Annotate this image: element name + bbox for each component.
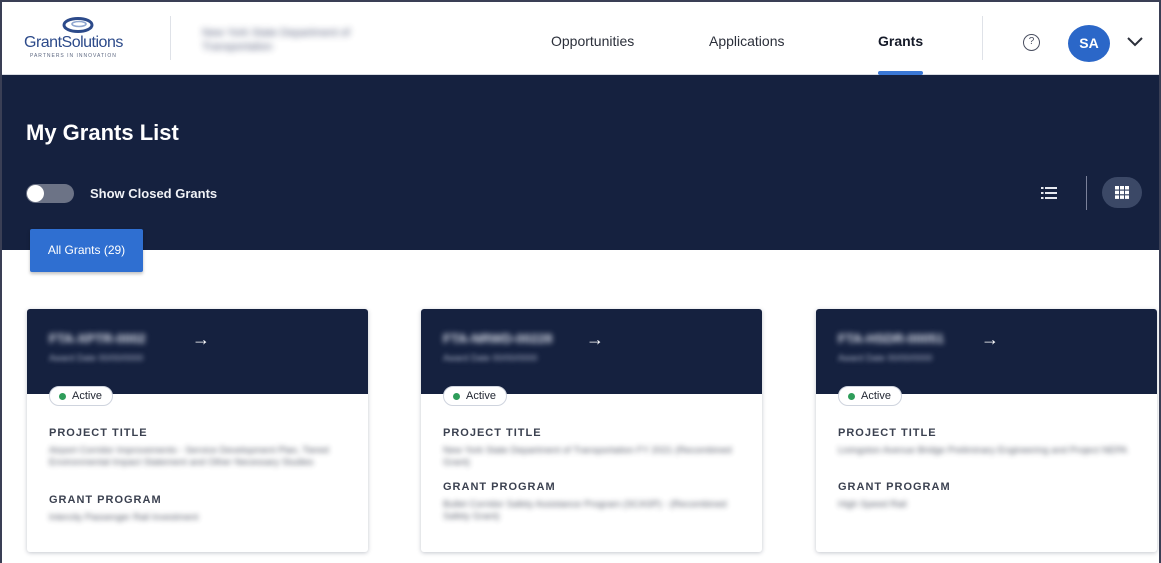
grid-view-button[interactable] bbox=[1102, 177, 1142, 208]
grant-card[interactable]: FTA-XPTR-0002 → Award Date 00/00/0000 Ac… bbox=[27, 309, 368, 552]
status-dot-icon bbox=[453, 393, 460, 400]
grant-date: Award Date 00/00/0000 bbox=[49, 353, 144, 363]
grant-date: Award Date 00/00/0000 bbox=[443, 353, 538, 363]
logo-tagline: PARTNERS IN INNOVATION bbox=[30, 53, 117, 59]
grid-view-icon bbox=[1115, 186, 1129, 199]
arrow-right-icon[interactable]: → bbox=[586, 329, 604, 350]
toggle-knob bbox=[27, 185, 44, 202]
grant-date: Award Date 00/00/0000 bbox=[838, 353, 933, 363]
grant-program-label: GRANT PROGRAM bbox=[838, 481, 951, 493]
page-header-banner: My Grants List Show Closed Grants bbox=[2, 75, 1159, 250]
show-closed-grants-toggle[interactable] bbox=[26, 184, 74, 203]
user-avatar[interactable]: SA bbox=[1068, 25, 1110, 62]
organization-name: New York State Department of Transportat… bbox=[202, 27, 350, 53]
page-title: My Grants List bbox=[26, 120, 179, 145]
project-title-value: Airport Corridor Improvements - Service … bbox=[49, 445, 329, 468]
nav-applications[interactable]: Applications bbox=[709, 33, 785, 49]
app-window: GrantSolutions PARTNERS IN INNOVATION Ne… bbox=[0, 0, 1161, 563]
grant-card-header: FTA-NRWD-00228 → Award Date 00/00/0000 bbox=[421, 309, 762, 394]
grant-number[interactable]: FTA-NRWD-00228 bbox=[443, 331, 552, 346]
nav-opportunities[interactable]: Opportunities bbox=[551, 33, 634, 49]
logo-wordmark: GrantSolutions bbox=[24, 34, 123, 51]
grant-program-value: Intercity Passenger Rail Investment bbox=[49, 512, 199, 523]
view-toggle-divider bbox=[1086, 176, 1087, 210]
grant-program-label: GRANT PROGRAM bbox=[443, 481, 556, 493]
grant-number[interactable]: FTA-HSDR-00051 bbox=[838, 331, 944, 346]
logo-swoosh-icon bbox=[62, 17, 94, 33]
arrow-right-icon[interactable]: → bbox=[192, 329, 210, 350]
show-closed-grants-label: Show Closed Grants bbox=[90, 186, 218, 201]
project-title-label: PROJECT TITLE bbox=[838, 427, 937, 439]
grant-program-label: GRANT PROGRAM bbox=[49, 494, 162, 506]
status-dot-icon bbox=[59, 393, 66, 400]
tab-all-grants[interactable]: All Grants (29) bbox=[30, 229, 143, 272]
nav-divider bbox=[982, 16, 983, 60]
top-navigation-bar: GrantSolutions PARTNERS IN INNOVATION Ne… bbox=[2, 2, 1159, 75]
project-title-label: PROJECT TITLE bbox=[49, 427, 148, 439]
project-title-value: New York State Department of Transportat… bbox=[443, 445, 732, 468]
grant-card-header: FTA-XPTR-0002 → Award Date 00/00/0000 bbox=[27, 309, 368, 394]
grant-card[interactable]: FTA-NRWD-00228 → Award Date 00/00/0000 A… bbox=[421, 309, 762, 552]
arrow-right-icon[interactable]: → bbox=[981, 329, 999, 350]
chevron-down-icon[interactable] bbox=[1124, 30, 1146, 52]
status-badge: Active bbox=[838, 386, 902, 406]
status-badge: Active bbox=[443, 386, 507, 406]
status-badge: Active bbox=[49, 386, 113, 406]
question-circle-icon[interactable]: ? bbox=[1023, 34, 1040, 51]
grant-card[interactable]: FTA-HSDR-00051 → Award Date 00/00/0000 A… bbox=[816, 309, 1157, 552]
status-dot-icon bbox=[848, 393, 855, 400]
grant-card-header: FTA-HSDR-00051 → Award Date 00/00/0000 bbox=[816, 309, 1157, 394]
grantsolutions-logo[interactable]: GrantSolutions PARTNERS IN INNOVATION bbox=[22, 16, 152, 62]
list-view-icon[interactable] bbox=[1037, 181, 1061, 205]
nav-grants[interactable]: Grants bbox=[878, 33, 923, 49]
project-title-label: PROJECT TITLE bbox=[443, 427, 542, 439]
grant-program-value: Bullet Corridor Safety Assistance Progra… bbox=[443, 499, 727, 522]
grant-number[interactable]: FTA-XPTR-0002 bbox=[49, 331, 146, 346]
project-title-value: Livingston Avenue Bridge Preliminary Eng… bbox=[838, 445, 1128, 456]
nav-divider bbox=[170, 16, 171, 60]
grant-program-value: High Speed Rail bbox=[838, 499, 907, 510]
